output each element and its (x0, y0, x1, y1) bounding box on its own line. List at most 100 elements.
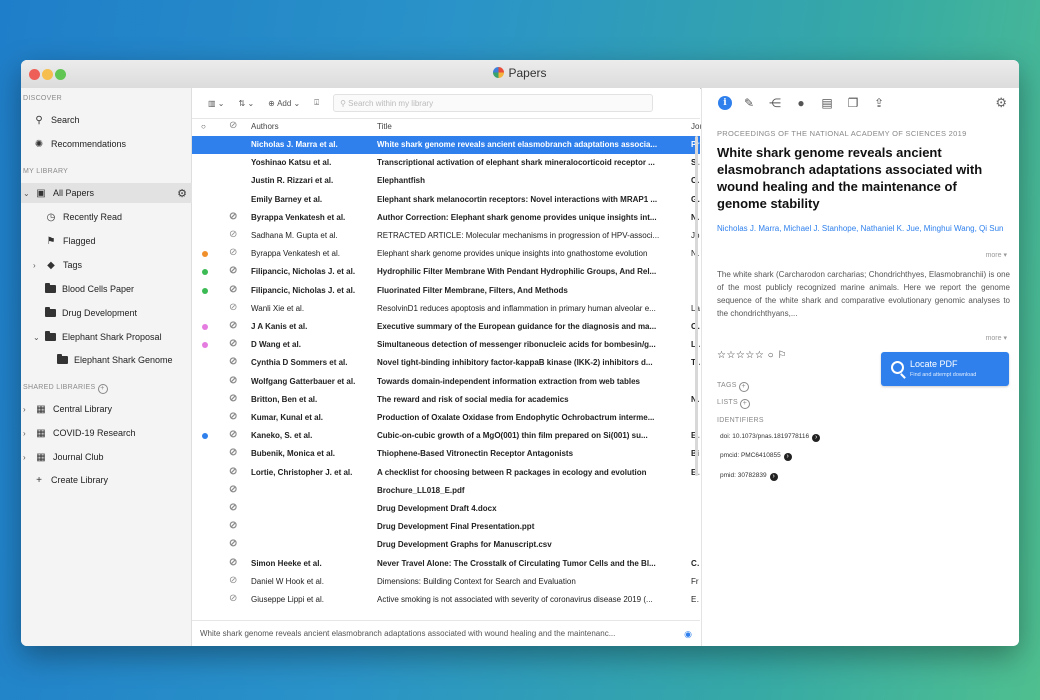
read-status-icon[interactable]: ○ (768, 350, 775, 361)
sidebar-item-search[interactable]: ⚲ Search (21, 110, 203, 130)
open-doi-icon[interactable]: › (812, 434, 821, 442)
gear-icon[interactable]: ⚙ (995, 95, 1007, 111)
table-row[interactable]: ⊘ Lortie, Christopher J. et al. A checklis… (192, 464, 700, 482)
sidebar-item-drug-development[interactable]: Drug Development (21, 303, 215, 323)
author-cell: Wanli Xie et al. (251, 303, 305, 313)
sidebar-item-label: Central Library (53, 404, 113, 414)
library-icon: ▦ (36, 403, 46, 415)
table-row[interactable]: ⊘ Daniel W Hook et al. Dimensions: Buildin… (192, 573, 700, 591)
table-row[interactable]: ⊘ Britton, Ben et al. The reward and risk … (192, 391, 700, 409)
title-cell: Hydrophilic Filter Membrane With Pendant… (377, 267, 657, 277)
add-list-icon[interactable]: + (739, 399, 750, 409)
title-cell: Elephantfish (377, 176, 426, 186)
list-scrollbar[interactable] (695, 136, 698, 476)
table-row[interactable]: ⊘ Drug Development Draft 4.docx (192, 500, 700, 518)
table-row[interactable]: ⊘ Filipancic, Nicholas J. et al. Fluorinat… (192, 282, 700, 300)
table-row[interactable]: ⊘ Sadhana M. Gupta et al. RETRACTED ARTICL… (192, 227, 700, 245)
sidebar-item-all-papers[interactable]: ⌄ ▣ All Papers ⚙ (21, 183, 193, 203)
sidebar-item-recently-read[interactable]: ◷ Recently Read (21, 207, 215, 227)
view-options-button[interactable]: ▥ ⌄ (208, 99, 225, 108)
chevron-right-icon[interactable]: › (33, 261, 41, 270)
sidebar-item-blood-cells-paper[interactable]: Blood Cells Paper (21, 279, 215, 299)
color-label-dot (202, 287, 208, 294)
attachment-icon: ⊘ (229, 465, 238, 477)
gear-icon[interactable]: ⚙ (177, 187, 187, 200)
pmid-identifier[interactable]: pmid: 30782839 › (720, 472, 778, 481)
table-row[interactable]: ⊘ Wanli Xie et al. ResolvinD1 reduces apop… (192, 300, 700, 318)
sidebar-item-create-library[interactable]: + Create Library (21, 470, 203, 490)
more-label: more (985, 335, 1002, 342)
table-row[interactable]: ⊘ J A Kanis et al. Executive summary of th… (192, 318, 700, 336)
rating-stars[interactable]: ☆☆☆☆☆ ○ ⚐ (717, 350, 787, 361)
paper-abstract: The white shark (Carcharodon carcharias;… (717, 270, 1010, 318)
sidebar-item-label: COVID-19 Research (53, 428, 136, 438)
chevron-down-icon[interactable]: ⌄ (33, 333, 41, 342)
authors-more-link[interactable]: more ▾ (986, 251, 1007, 259)
sidebar-item-flagged[interactable]: ⚑ Flagged (21, 231, 215, 251)
chevron-right-icon[interactable]: › (23, 429, 31, 438)
authors-column-header[interactable]: Authors (251, 122, 279, 131)
sidebar-item-elephant-shark-proposal[interactable]: ⌄ Elephant Shark Proposal (21, 327, 203, 347)
table-row[interactable]: ⊘ Wolfgang Gatterbauer et al. Towards doma… (192, 373, 700, 391)
paper-authors[interactable]: Nicholas J. Marra, Michael J. Stanhope, … (717, 222, 1007, 235)
sidebar-item-label: Recommendations (51, 139, 127, 149)
table-row[interactable]: ⊘ Brochure_LL018_E.pdf (192, 482, 700, 500)
abstract-more-link[interactable]: more ▾ (986, 334, 1007, 342)
sort-icon: ⇅ (238, 98, 246, 108)
pmcid-identifier[interactable]: pmcid: PMC6410855 › (720, 452, 792, 461)
sidebar-item-journal-club[interactable]: › ▦ Journal Club (21, 447, 193, 467)
chevron-right-icon[interactable]: › (23, 405, 31, 414)
table-row[interactable]: ⊘ Byrappa Venkatesh et al. Elephant shark … (192, 245, 700, 263)
sidebar-item-central-library[interactable]: › ▦ Central Library (21, 399, 193, 419)
author-cell: Simon Heeke et al. (251, 558, 322, 568)
table-row[interactable]: ⊘ D Wang et al. Simultaneous detection of … (192, 336, 700, 354)
table-row[interactable]: ⊘ Byrappa Venkatesh et al. Author Correcti… (192, 209, 700, 227)
table-row[interactable]: Yoshinao Katsu et al. Transcriptional act… (192, 154, 700, 172)
table-row[interactable]: ⊘ Drug Development Graphs for Manuscript.… (192, 536, 700, 554)
table-row[interactable]: ⊘ Giuseppe Lippi et al. Active smoking is … (192, 591, 700, 609)
doi-identifier[interactable]: doi: 10.1073/pnas.1819778116 › (720, 433, 821, 442)
info-icon[interactable]: i (718, 96, 732, 110)
flag-icon[interactable]: ⚐ (777, 350, 786, 361)
sidebar-item-tags[interactable]: › ◆ Tags (21, 255, 203, 275)
identifiers-heading: IDENTIFIERS (717, 417, 764, 424)
author-cell: Filipancic, Nicholas J. et al. (251, 267, 356, 277)
sidebar-item-covid-19-research[interactable]: › ▦ COVID-19 Research (21, 423, 193, 443)
open-pmcid-icon[interactable]: › (783, 453, 792, 461)
title-column-header[interactable]: Title (377, 122, 392, 131)
table-row[interactable]: Nicholas J. Marra et al. White shark geno… (192, 136, 700, 154)
share-icon[interactable]: ⋲ (766, 94, 784, 112)
comment-icon[interactable]: ● (792, 94, 810, 112)
table-row[interactable]: ⊘ Bubenik, Monica et al. Thiophene-Based V… (192, 445, 700, 463)
edit-icon[interactable]: ✎ (740, 94, 758, 112)
open-pmid-icon[interactable]: › (769, 473, 778, 481)
table-row[interactable]: ⊘ Simon Heeke et al. Never Travel Alone: T… (192, 555, 700, 573)
paper-table: Nicholas J. Marra et al. White shark geno… (192, 136, 700, 646)
library-search-input[interactable]: ⚲ Search within my library (333, 94, 654, 112)
export-icon[interactable]: ⇪ (870, 94, 888, 112)
eye-icon[interactable]: ◉ (684, 629, 692, 640)
read-status-column-header[interactable]: ○ (201, 122, 206, 131)
import-button[interactable]: ⍗ (314, 98, 319, 108)
locate-pdf-subtitle: Find and attempt download (910, 372, 977, 378)
table-row[interactable]: Justin R. Rizzari et al.ElephantfishCu (192, 172, 700, 190)
sort-button[interactable]: ⇅ ⌄ (239, 99, 255, 108)
table-row[interactable]: ⊘ Filipancic, Nicholas J. et al. Hydrophil… (192, 263, 700, 281)
copy-icon[interactable]: ❐ (844, 94, 862, 112)
chevron-right-icon[interactable]: › (23, 453, 31, 462)
chart-icon[interactable]: ▤ (818, 94, 836, 112)
chevron-down-icon[interactable]: ⌄ (23, 189, 31, 198)
table-row[interactable]: ⊘ Kumar, Kunal et al. Production of Oxalat… (192, 409, 700, 427)
table-row[interactable]: Emily Barney et al. Elephant shark melano… (192, 191, 700, 209)
table-row[interactable]: ⊘ Kaneko, S. et al. Cubic-on-cubic growth … (192, 427, 700, 445)
attachment-column-header[interactable]: ⊘ (229, 120, 237, 131)
sidebar-item-recommendations[interactable]: ✺ Recommendations (21, 134, 203, 154)
table-row[interactable]: ⊘ Cynthia D Sommers et al. Novel tight-bin… (192, 354, 700, 372)
add-shared-library-icon[interactable]: + (97, 384, 108, 394)
title-cell: Novel tight-binding inhibitory factor-ka… (377, 358, 653, 368)
locate-pdf-button[interactable]: Locate PDF Find and attempt download (881, 352, 1009, 386)
add-button[interactable]: ⊕ Add ⌄ (268, 99, 300, 108)
title-cell: Dimensions: Building Context for Search … (377, 576, 576, 586)
add-tag-icon[interactable]: + (738, 382, 749, 392)
table-row[interactable]: ⊘ Drug Development Final Presentation.ppt (192, 518, 700, 536)
